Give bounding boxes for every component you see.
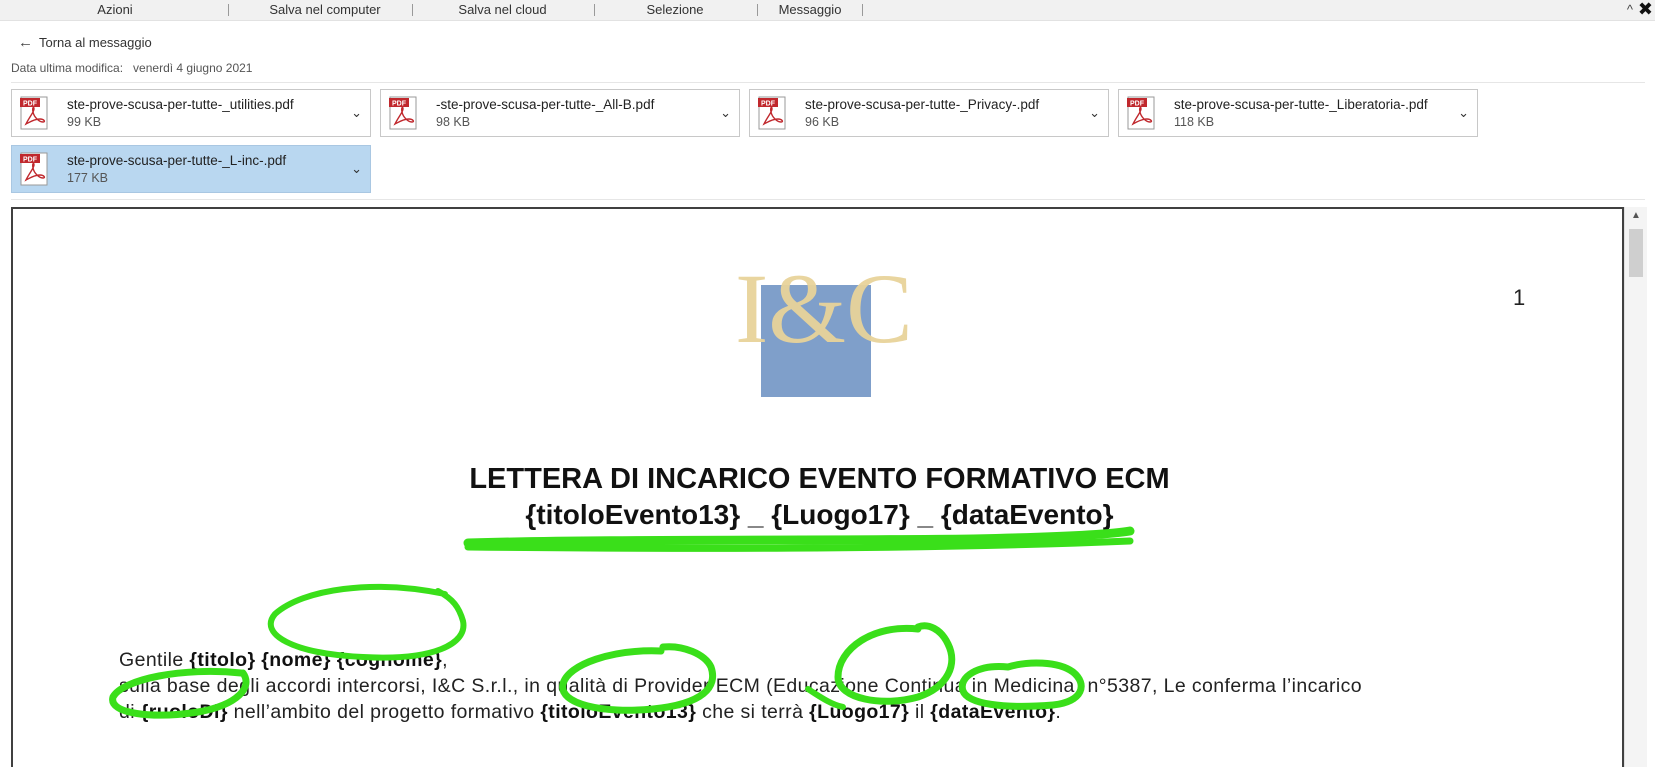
back-to-message-link[interactable]: ← Torna al messaggio bbox=[18, 34, 152, 52]
attachment-item[interactable]: PDF -ste-prove-scusa-per-tutte-_All-B.pd… bbox=[380, 89, 740, 137]
body-line: di {ruoloDi} nell’ambito del progetto fo… bbox=[119, 701, 1062, 723]
chevron-down-icon[interactable]: ⌄ bbox=[351, 105, 362, 121]
company-logo: I&C bbox=[735, 257, 908, 397]
attachment-name: -ste-prove-scusa-per-tutte-_All-B.pdf bbox=[436, 97, 655, 112]
save-cloud-button[interactable]: Salva nel cloud bbox=[425, 0, 580, 20]
pdf-file-icon: PDF bbox=[389, 96, 417, 130]
chevron-down-icon[interactable]: ⌄ bbox=[1089, 105, 1100, 121]
pdf-file-icon: PDF bbox=[1127, 96, 1155, 130]
scroll-up-icon[interactable]: ▲ bbox=[1625, 207, 1647, 225]
document-body: Gentile {titolo} {nome} {cognome}, sulla… bbox=[119, 647, 1537, 725]
attachment-item-selected[interactable]: PDF ste-prove-scusa-per-tutte-_L-inc-.pd… bbox=[11, 145, 371, 193]
attachment-name: ste-prove-scusa-per-tutte-_Liberatoria-.… bbox=[1174, 97, 1428, 112]
svg-text:PDF: PDF bbox=[761, 101, 776, 108]
chevron-down-icon[interactable]: ⌄ bbox=[1458, 105, 1469, 121]
last-modified-value: venerdì 4 giugno 2021 bbox=[133, 61, 253, 75]
svg-text:PDF: PDF bbox=[23, 157, 38, 164]
document-subtitle: {titoloEvento13} _ {Luogo17} _ {dataEven… bbox=[525, 499, 1114, 530]
svg-text:PDF: PDF bbox=[392, 101, 407, 108]
last-modified: Data ultima modifica: venerdì 4 giugno 20… bbox=[11, 61, 252, 75]
arrow-left-icon: ← bbox=[18, 34, 33, 51]
attachment-item[interactable]: PDF ste-prove-scusa-per-tutte-_utilities… bbox=[11, 89, 371, 137]
attachment-item[interactable]: PDF ste-prove-scusa-per-tutte-_Liberator… bbox=[1118, 89, 1478, 137]
svg-text:PDF: PDF bbox=[23, 101, 38, 108]
document-viewer[interactable]: I&C 1 LETTERA DI INCARICO EVENTO FORMATI… bbox=[11, 207, 1624, 767]
divider bbox=[11, 199, 1645, 200]
scrollbar-thumb[interactable] bbox=[1629, 229, 1643, 277]
separator bbox=[862, 4, 863, 16]
attachment-size: 118 KB bbox=[1174, 115, 1215, 129]
attachment-name: ste-prove-scusa-per-tutte-_Privacy-.pdf bbox=[805, 97, 1040, 112]
svg-text:PDF: PDF bbox=[1130, 101, 1145, 108]
attachment-name: ste-prove-scusa-per-tutte-_utilities.pdf bbox=[67, 97, 294, 112]
attachment-size: 96 KB bbox=[805, 115, 840, 129]
separator bbox=[757, 4, 758, 16]
pdf-file-icon: PDF bbox=[20, 152, 48, 186]
save-computer-button[interactable]: Salva nel computer bbox=[245, 0, 405, 20]
chevron-down-icon[interactable]: ⌄ bbox=[720, 105, 731, 121]
page-number: 1 bbox=[1513, 285, 1526, 310]
attachment-size: 99 KB bbox=[67, 115, 102, 129]
divider bbox=[11, 82, 1645, 83]
actions-button[interactable]: Azioni bbox=[60, 0, 170, 20]
attachment-size: 98 KB bbox=[436, 115, 471, 129]
separator bbox=[412, 4, 413, 16]
pdf-file-icon: PDF bbox=[20, 96, 48, 130]
back-label: Torna al messaggio bbox=[39, 35, 152, 50]
collapse-up-icon[interactable]: ^ bbox=[1627, 2, 1633, 17]
message-button[interactable]: Messaggio bbox=[765, 0, 855, 20]
attachment-item[interactable]: PDF ste-prove-scusa-per-tutte-_Privacy-.… bbox=[749, 89, 1109, 137]
document-scrollbar[interactable]: ▲ bbox=[1624, 207, 1647, 767]
close-icon[interactable]: ✖ bbox=[1638, 0, 1653, 20]
body-line: sulla base degli accordi intercorsi, I&C… bbox=[119, 675, 1363, 697]
greeting-line: Gentile {titolo} {nome} {cognome}, bbox=[119, 649, 448, 671]
last-modified-label: Data ultima modifica: bbox=[11, 61, 124, 75]
chevron-down-icon[interactable]: ⌄ bbox=[351, 161, 362, 177]
separator bbox=[594, 4, 595, 16]
separator bbox=[228, 4, 229, 16]
command-bar: Azioni Salva nel computer Salva nel clou… bbox=[0, 0, 1655, 21]
pdf-file-icon: PDF bbox=[758, 96, 786, 130]
svg-text:I&C: I&C bbox=[735, 257, 908, 364]
attachment-size: 177 KB bbox=[67, 171, 109, 185]
document-title: LETTERA DI INCARICO EVENTO FORMATIVO ECM bbox=[469, 463, 1170, 495]
attachment-name: ste-prove-scusa-per-tutte-_L-inc-.pdf bbox=[67, 153, 287, 168]
selection-button[interactable]: Selezione bbox=[620, 0, 730, 20]
